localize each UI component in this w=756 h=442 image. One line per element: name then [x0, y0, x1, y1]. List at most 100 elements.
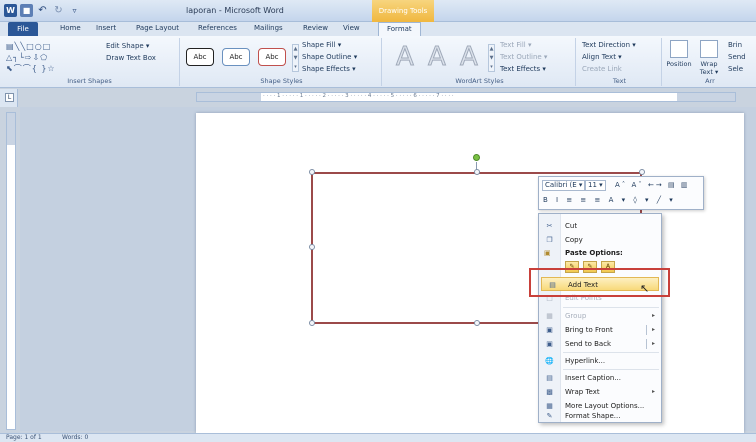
send-to-back-icon: ▣	[546, 340, 553, 348]
selection-pane-button[interactable]: Sele	[728, 65, 743, 73]
text-fill-button[interactable]: Text Fill ▾	[500, 41, 531, 49]
wordart-style-3[interactable]: A	[460, 42, 479, 73]
shape-style-3[interactable]: Abc	[258, 48, 286, 66]
menu-separator	[563, 307, 659, 308]
menu-item-wrap-text-label: Wrap Text	[565, 388, 600, 396]
format-shape-icon: ✎	[546, 412, 553, 420]
customize-qat-icon[interactable]: ▿	[68, 4, 81, 17]
edit-shape-button[interactable]: Edit Shape ▾	[106, 42, 149, 50]
text-direction-button[interactable]: Text Direction ▾	[582, 41, 636, 49]
wrap-text-label: Wrap Text ▾	[699, 60, 719, 76]
submenu-arrow-icon[interactable]: ▸	[652, 326, 655, 333]
vruler-top-margin	[7, 113, 15, 145]
tab-page-layout[interactable]: Page Layout	[136, 24, 179, 32]
menu-item-cut[interactable]: ✂ Cut	[539, 219, 661, 233]
submenu-arrow-icon[interactable]: ▸	[652, 340, 655, 347]
rotation-handle[interactable]	[473, 154, 480, 161]
horizontal-ruler[interactable]: · · · · 1 · · · · · 1 · · · · · 2 · · · …	[196, 92, 736, 102]
shapes-gallery[interactable]: ▤╲╲□○□ △┐└⇨⇩⬠ ⬉⌒⌒{ }☆	[6, 41, 98, 75]
menu-item-more-layout-options-label: More Layout Options...	[565, 402, 645, 410]
mini-toolbar: Calibri (E ▾ 11 ▾ Aˆ Aˇ ←→ ▤ ▥ B I ≡ ≡ ≡…	[538, 176, 704, 210]
create-link-button[interactable]: Create Link	[582, 65, 622, 73]
position-button[interactable]: Position	[666, 40, 692, 68]
menu-item-send-to-back-label: Send to Back	[565, 340, 612, 348]
text-effects-button[interactable]: Text Effects ▾	[500, 65, 546, 73]
split-divider	[646, 325, 647, 335]
insert-shapes-group: ▤╲╲□○□ △┐└⇨⇩⬠ ⬉⌒⌒{ }☆ Edit Shape ▾ Draw …	[0, 38, 180, 86]
wordart-style-1[interactable]: A	[396, 42, 415, 73]
menu-item-wrap-text[interactable]: ▩ Wrap Text ▸	[539, 385, 661, 399]
menu-item-hyperlink-label: Hyperlink...	[565, 357, 606, 365]
shape-style-2[interactable]: Abc	[222, 48, 250, 66]
tab-view[interactable]: View	[343, 24, 360, 32]
wordart-styles-group: A A A ▲ ▼ ▾ Text Fill ▾ Text Outline ▾ Tex…	[384, 38, 576, 86]
draw-text-box-button[interactable]: Draw Text Box	[106, 54, 156, 62]
tab-home[interactable]: Home	[60, 24, 81, 32]
tab-insert[interactable]: Insert	[96, 24, 116, 32]
font-size-box[interactable]: 11 ▾	[585, 180, 606, 191]
menu-item-hyperlink[interactable]: 🌐 Hyperlink...	[539, 354, 661, 368]
tab-review[interactable]: Review	[303, 24, 328, 32]
font-name-box[interactable]: Calibri (E ▾	[542, 180, 586, 191]
word-count-status[interactable]: Words: 0	[62, 434, 88, 441]
menu-item-bring-to-front-label: Bring to Front	[565, 326, 613, 334]
shape-effects-button[interactable]: Shape Effects ▾	[302, 65, 356, 73]
mini-toolbar-row1-tools[interactable]: Aˆ Aˇ ←→ ▤ ▥	[615, 181, 689, 189]
split-divider	[646, 339, 647, 349]
resize-handle-ne[interactable]	[639, 169, 645, 175]
shapes-gallery-row-3: ⬉⌒⌒{ }☆	[6, 64, 56, 73]
tab-selector[interactable]: L	[5, 93, 14, 102]
wordart-styles-label: WordArt Styles	[455, 77, 504, 85]
resize-handle-nw[interactable]	[309, 169, 315, 175]
tab-file[interactable]: File	[8, 22, 38, 36]
align-text-button[interactable]: Align Text ▾	[582, 53, 622, 61]
resize-handle-sw[interactable]	[309, 320, 315, 326]
menu-item-insert-caption[interactable]: ▤ Insert Caption...	[539, 371, 661, 385]
wordart-styles-scroll[interactable]: ▲ ▼ ▾	[488, 44, 495, 72]
menu-item-bring-to-front[interactable]: ▣ Bring to Front ▸	[539, 323, 661, 337]
resize-handle-w[interactable]	[309, 244, 315, 250]
insert-shapes-label: Insert Shapes	[67, 77, 112, 85]
menu-item-group-label: Group	[565, 312, 587, 320]
shape-style-1[interactable]: Abc	[186, 48, 214, 66]
ruler-ticks: · · · · 1 · · · · · 1 · · · · · 2 · · · …	[263, 93, 454, 99]
redo-icon[interactable]: ↻	[52, 4, 65, 17]
wordart-style-2[interactable]: A	[428, 42, 447, 73]
shape-fill-button[interactable]: Shape Fill ▾	[302, 41, 341, 49]
menu-item-cut-label: Cut	[565, 222, 578, 230]
submenu-arrow-icon: ▸	[651, 312, 655, 319]
tab-mailings[interactable]: Mailings	[254, 24, 283, 32]
undo-icon[interactable]: ↶	[36, 4, 49, 17]
ruler-left-margin	[197, 93, 261, 101]
menu-item-send-to-back[interactable]: ▣ Send to Back ▸	[539, 337, 661, 351]
shape-outline-button[interactable]: Shape Outline ▾	[302, 53, 357, 61]
menu-item-format-shape[interactable]: ✎ Format Shape...	[539, 410, 661, 422]
copy-icon: ❐	[546, 236, 553, 244]
context-menu: ✂ Cut ❐ Copy ▣ Paste Options: ✎ ✎ A ▤ Ad…	[538, 213, 662, 423]
mini-toolbar-row2-tools[interactable]: B I ≡ ≡ ≡ A ▾ ◊ ▾ ╱ ▾	[543, 196, 676, 204]
position-label: Position	[666, 60, 692, 68]
menu-separator	[563, 352, 659, 353]
send-backward-button[interactable]: Send	[728, 53, 746, 61]
menu-separator	[563, 369, 659, 370]
insert-caption-icon: ▤	[546, 374, 553, 382]
word-logo-icon[interactable]: W	[4, 4, 17, 17]
resize-handle-n[interactable]	[474, 169, 480, 175]
shapes-gallery-row-2: △┐└⇨⇩⬠	[6, 53, 49, 62]
shape-styles-group: Abc Abc Abc ▲ ▼ ▾ Shape Fill ▾ Shape Outli…	[182, 38, 382, 86]
tab-references[interactable]: References	[198, 24, 237, 32]
wrap-text-button[interactable]: Wrap Text ▾	[696, 40, 722, 76]
shape-styles-scroll[interactable]: ▲ ▼ ▾	[292, 44, 299, 72]
position-icon	[670, 40, 688, 58]
text-outline-button[interactable]: Text Outline ▾	[500, 53, 547, 61]
tab-format[interactable]: Format	[378, 22, 421, 37]
bring-forward-button[interactable]: Brin	[728, 41, 742, 49]
menu-item-insert-caption-label: Insert Caption...	[565, 374, 622, 382]
vertical-ruler[interactable]	[6, 112, 16, 430]
menu-item-copy[interactable]: ❐ Copy	[539, 233, 661, 247]
resize-handle-s[interactable]	[474, 320, 480, 326]
save-icon[interactable]: ■	[20, 4, 33, 17]
page-count-status[interactable]: Page: 1 of 1	[6, 434, 42, 441]
wrap-text-icon: ▩	[546, 388, 553, 396]
submenu-arrow-icon: ▸	[651, 388, 655, 395]
